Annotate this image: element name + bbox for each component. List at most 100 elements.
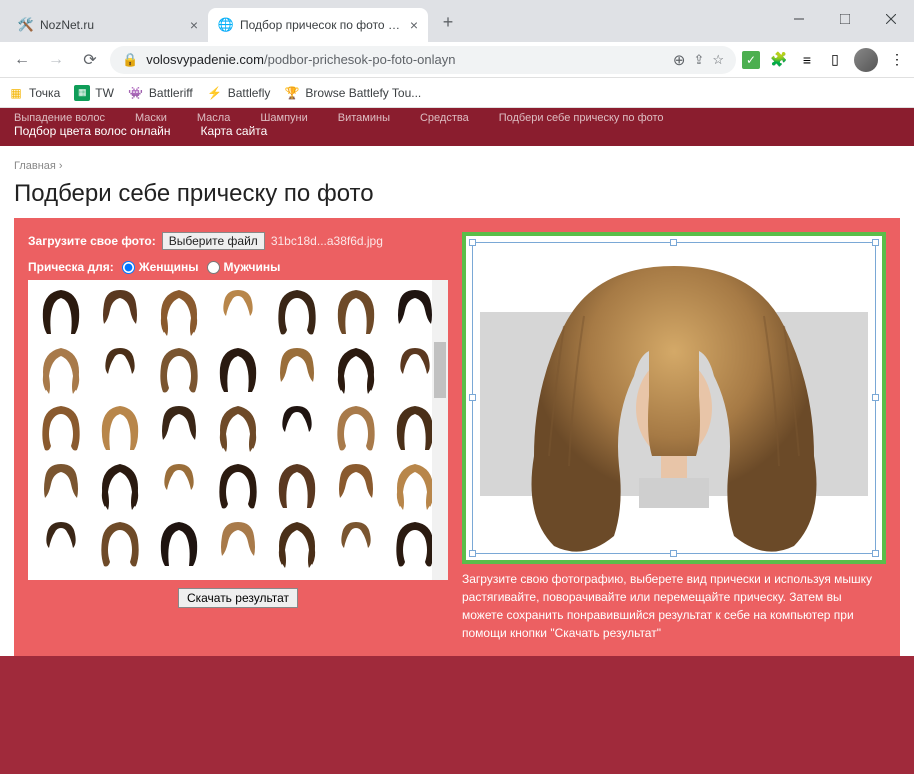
hairstyle-thumb[interactable] [150, 400, 207, 456]
nav-link[interactable]: Шампуни [260, 112, 307, 124]
star-icon[interactable]: ☆ [712, 52, 724, 68]
hairstyle-thumb[interactable] [328, 458, 385, 514]
hairstyle-thumb[interactable] [209, 342, 266, 398]
nav-row-top: Выпадение волос Маски Масла Шампуни Вита… [14, 112, 900, 124]
hairstyle-thumb[interactable] [209, 400, 266, 456]
hairstyle-gallery[interactable] [28, 280, 448, 580]
hairstyle-thumb[interactable] [32, 342, 89, 398]
hairstyle-thumb[interactable] [328, 400, 385, 456]
resize-handle[interactable] [469, 550, 476, 557]
profile-avatar[interactable] [854, 48, 878, 72]
forward-button[interactable]: → [42, 46, 70, 74]
resize-handle[interactable] [670, 239, 677, 246]
hairstyle-thumb[interactable] [209, 284, 266, 340]
tab-podbor[interactable]: 🌐 Подбор причесок по фото онла × [208, 8, 428, 42]
ext-list-icon[interactable]: ≡ [798, 51, 816, 69]
radio-women[interactable] [122, 261, 135, 274]
close-icon[interactable]: × [410, 17, 418, 33]
nav-row-bottom: Подбор цвета волос онлайн Карта сайта [14, 124, 900, 138]
hairstyle-thumb[interactable] [328, 516, 385, 572]
bookmark-battlefy[interactable]: 🏆Browse Battlefy Tou... [284, 85, 421, 101]
content-area: Главная › Подбери себе прическу по фото … [0, 146, 914, 656]
hairstyle-thumb[interactable] [32, 458, 89, 514]
nav-link[interactable]: Средства [420, 112, 469, 124]
favicon-noznet: 🛠️ [18, 17, 34, 33]
hairstyle-thumb[interactable] [32, 400, 89, 456]
hairstyle-thumb[interactable] [150, 284, 207, 340]
menu-icon[interactable]: ⋮ [888, 51, 906, 69]
hairstyle-thumb[interactable] [269, 342, 326, 398]
back-button[interactable]: ← [8, 46, 36, 74]
preview-canvas[interactable] [462, 232, 886, 564]
hairstyle-thumb[interactable] [269, 458, 326, 514]
preview-column: Загрузите свою фотографию, выберете вид … [462, 232, 886, 642]
resize-handle[interactable] [469, 239, 476, 246]
resize-handle[interactable] [872, 550, 879, 557]
favicon-globe: 🌐 [218, 17, 234, 33]
tab-noznet[interactable]: 🛠️ NozNet.ru × [8, 8, 208, 42]
tab-label: NozNet.ru [40, 18, 184, 32]
hairstyle-thumb[interactable] [209, 516, 266, 572]
breadcrumb[interactable]: Главная › [14, 156, 900, 180]
selection-border [472, 242, 876, 554]
hairstyle-thumb[interactable] [32, 516, 89, 572]
page-content: Выпадение волос Маски Масла Шампуни Вита… [0, 108, 914, 774]
titlebar: 🛠️ NozNet.ru × 🌐 Подбор причесок по фото… [0, 0, 914, 42]
hairstyle-thumb[interactable] [91, 284, 148, 340]
nav-link[interactable]: Подбери себе прическу по фото [499, 112, 664, 124]
upload-label: Загрузите свое фото: [28, 234, 156, 248]
resize-handle[interactable] [872, 394, 879, 401]
nav-link[interactable]: Подбор цвета волос онлайн [14, 124, 170, 138]
ext-puzzle-icon[interactable]: 🧩 [770, 51, 788, 69]
ext-check-icon[interactable]: ✓ [742, 51, 760, 69]
hairstyle-thumb[interactable] [269, 516, 326, 572]
nav-link[interactable]: Маски [135, 112, 167, 124]
page-title: Подбери себе прическу по фото [14, 180, 900, 218]
share-icon[interactable]: ⇪ [693, 52, 704, 68]
hairstyle-thumb[interactable] [328, 284, 385, 340]
resize-handle[interactable] [469, 394, 476, 401]
close-icon[interactable]: × [190, 17, 198, 33]
maximize-button[interactable] [822, 4, 868, 34]
radio-men[interactable] [207, 261, 220, 274]
extensions: ✓ 🧩 ≡ ▯ ⋮ [742, 48, 906, 72]
address-bar[interactable]: 🔒 volosvypadenie.com/podbor-prichesok-po… [110, 46, 736, 74]
minimize-button[interactable] [776, 4, 822, 34]
resize-handle[interactable] [872, 239, 879, 246]
gallery-scrollbar[interactable] [432, 280, 448, 580]
nav-link[interactable]: Масла [197, 112, 230, 124]
hairstyle-thumb[interactable] [91, 400, 148, 456]
url-text: volosvypadenie.com/podbor-prichesok-po-f… [146, 52, 665, 67]
bookmark-tw[interactable]: ▦TW [74, 85, 114, 101]
nav-link[interactable]: Витамины [338, 112, 390, 124]
resize-handle[interactable] [670, 550, 677, 557]
hairstyle-thumb[interactable] [328, 342, 385, 398]
hairstyle-thumb[interactable] [269, 400, 326, 456]
hairstyle-thumb[interactable] [150, 516, 207, 572]
search-icon[interactable]: ⊕ [673, 51, 686, 69]
download-button[interactable]: Скачать результат [178, 588, 298, 608]
hairstyle-thumb[interactable] [91, 516, 148, 572]
hairstyle-tool: Загрузите свое фото: Выберите файл 31bc1… [14, 218, 900, 656]
hairstyle-thumb[interactable] [91, 458, 148, 514]
reload-button[interactable]: ⟳ [76, 46, 104, 74]
hairstyle-thumb[interactable] [91, 342, 148, 398]
hairstyle-thumb[interactable] [209, 458, 266, 514]
nav-link[interactable]: Карта сайта [200, 124, 267, 138]
instructions-text: Загрузите свою фотографию, выберете вид … [462, 570, 886, 642]
nav-link[interactable]: Выпадение волос [14, 112, 105, 124]
close-window-button[interactable] [868, 4, 914, 34]
hairstyle-thumb[interactable] [269, 284, 326, 340]
scroll-thumb[interactable] [434, 342, 446, 398]
bookmark-battlefly[interactable]: ⚡Battlefly [207, 85, 271, 101]
choose-file-button[interactable]: Выберите файл [162, 232, 265, 250]
hairstyle-thumb[interactable] [32, 284, 89, 340]
bookmark-tochka[interactable]: ▦Точка [8, 85, 60, 101]
hairstyle-thumb[interactable] [150, 458, 207, 514]
ext-note-icon[interactable]: ▯ [826, 51, 844, 69]
hairstyle-thumb[interactable] [150, 342, 207, 398]
lock-icon: 🔒 [122, 52, 138, 68]
bookmark-battleriff[interactable]: 👾Battleriff [128, 85, 193, 101]
gallery-wrap [28, 280, 448, 580]
new-tab-button[interactable]: + [434, 8, 462, 36]
